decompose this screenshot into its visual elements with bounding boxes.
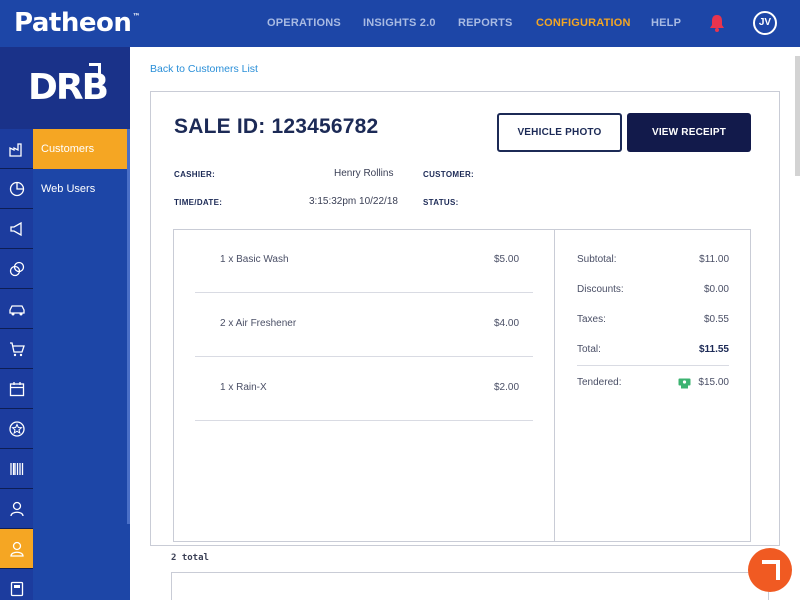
discounts-label: Discounts: (577, 284, 624, 295)
help-chat-button[interactable] (748, 548, 792, 592)
logo-mark-icon (89, 63, 101, 75)
cashier-icon (9, 501, 24, 516)
page-scrollbar[interactable] (795, 56, 800, 176)
next-record-card (171, 572, 769, 600)
total-label: Total: (577, 344, 601, 355)
drb-logo-area: DRB (0, 47, 130, 129)
register-icon (10, 581, 23, 596)
brand-logo[interactable]: Patheon™ (14, 8, 140, 38)
top-bar: Patheon™ OPERATIONS INSIGHTS 2.0 REPORTS… (0, 0, 800, 47)
cart-icon (9, 341, 25, 356)
line-item-separator (195, 420, 533, 421)
subnav-customers[interactable]: Customers (33, 129, 130, 169)
pie-chart-icon (9, 181, 24, 196)
line-item-price: $5.00 (494, 254, 520, 265)
timedate-value: 3:15:32pm 10/22/18 (309, 196, 398, 207)
star-badge-icon (8, 420, 25, 437)
brand-name: Patheon (14, 8, 132, 38)
customer-label: CUSTOMER: (423, 170, 474, 179)
discounts-value: $0.00 (703, 284, 729, 295)
line-item-desc: 1 x Rain-X (220, 382, 267, 393)
total-value: $11.55 (698, 344, 729, 355)
nav-help[interactable]: HELP (651, 0, 681, 47)
sidebar-icon-wash[interactable] (0, 289, 33, 329)
nav-reports[interactable]: REPORTS (458, 0, 513, 47)
person-icon (9, 541, 24, 557)
taxes-value: $0.55 (703, 314, 729, 325)
chat-bubble-icon (762, 560, 780, 580)
calendar-icon (9, 381, 24, 396)
line-item-price: $4.00 (494, 318, 520, 329)
user-avatar[interactable]: JV (753, 11, 777, 35)
sidebar-icon-devices[interactable] (0, 569, 33, 600)
nav-operations[interactable]: OPERATIONS (267, 0, 341, 47)
sidebar-icon-customers[interactable] (0, 529, 33, 569)
view-receipt-button[interactable]: VIEW RECEIPT (627, 113, 751, 152)
nav-configuration[interactable]: CONFIGURATION (536, 0, 631, 47)
sidebar-icon-insights[interactable] (0, 169, 33, 209)
car-wash-icon (8, 304, 25, 315)
bell-icon[interactable] (707, 13, 727, 33)
icon-sidebar (0, 129, 33, 600)
back-to-customers-link[interactable]: Back to Customers List (150, 63, 258, 75)
sale-id-title: SALE ID: 123456782 (174, 115, 379, 138)
sub-navigation: Customers Web Users (33, 129, 130, 600)
cashier-label: CASHIER: (174, 170, 216, 179)
sidebar-icon-operations[interactable] (0, 129, 33, 169)
sidebar-icon-schedule[interactable] (0, 369, 33, 409)
tendered-value: $15.00 (698, 377, 729, 388)
line-item-desc: 1 x Basic Wash (220, 254, 289, 265)
sidebar-icon-products[interactable] (0, 449, 33, 489)
line-item-separator (195, 356, 533, 357)
megaphone-icon (9, 221, 22, 236)
status-label: STATUS: (423, 198, 459, 207)
sidebar-icon-employees[interactable] (0, 489, 33, 529)
line-item-desc: 2 x Air Freshener (220, 318, 297, 329)
cash-icon (678, 378, 691, 389)
timedate-label: TIME/DATE: (174, 198, 223, 207)
sidebar-icon-store[interactable] (0, 329, 33, 369)
cashier-value: Henry Rollins (334, 168, 394, 179)
subtotal-label: Subtotal: (577, 254, 617, 265)
sidebar-icon-marketing[interactable] (0, 209, 33, 249)
brand-trademark: ™ (132, 12, 140, 21)
receipt-divider (554, 229, 555, 542)
factory-icon (8, 142, 22, 157)
barcode-icon (9, 462, 23, 475)
sidebar-icon-finance[interactable] (0, 249, 33, 289)
total-count: 2 total (171, 553, 209, 563)
subtotal-value: $11.00 (699, 254, 729, 265)
coins-icon (9, 261, 24, 276)
summary-separator (577, 365, 729, 366)
subnav-web-users[interactable]: Web Users (33, 169, 130, 209)
taxes-label: Taxes: (577, 314, 606, 325)
line-item-separator (195, 292, 533, 293)
nav-insights[interactable]: INSIGHTS 2.0 (363, 0, 436, 47)
line-item-price: $2.00 (494, 382, 520, 393)
vehicle-photo-button[interactable]: VEHICLE PHOTO (497, 113, 622, 152)
sidebar-icon-loyalty[interactable] (0, 409, 33, 449)
tendered-label: Tendered: (577, 377, 622, 388)
sidebar-scrollbar[interactable] (127, 129, 130, 524)
